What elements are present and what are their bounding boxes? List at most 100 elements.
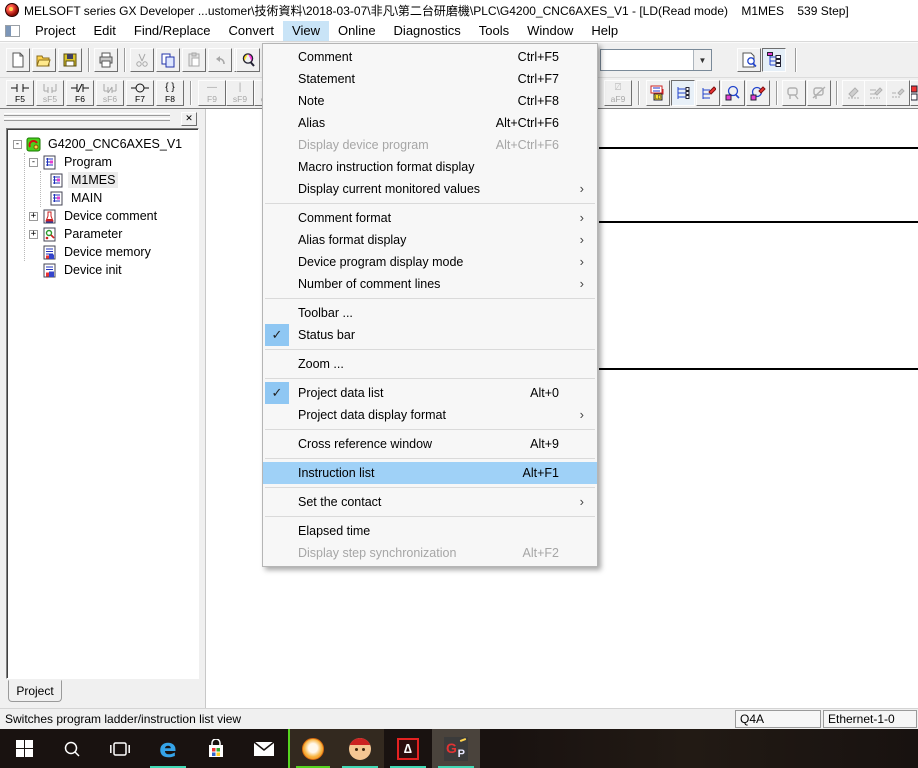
ladder-mode-button[interactable]: LD	[646, 80, 670, 106]
taskbar-app-face[interactable]	[336, 729, 384, 768]
parallel-open-contact-button[interactable]: sF5	[36, 80, 64, 106]
expand-icon[interactable]: +	[29, 212, 38, 221]
menubar-tools[interactable]: Tools	[470, 21, 518, 41]
ladder-block-list-button[interactable]	[910, 80, 918, 106]
comment-edit-button[interactable]	[842, 80, 866, 106]
application-instruction-icon: { }	[165, 83, 174, 94]
horizontal-line-button[interactable]: — F9	[198, 80, 226, 106]
vertical-line-button[interactable]: | sF9	[226, 80, 254, 106]
taskbar-search-button[interactable]	[48, 729, 96, 768]
child-window-icon[interactable]	[5, 25, 20, 37]
start-button[interactable]	[0, 729, 48, 768]
collapse-icon[interactable]: -	[29, 158, 38, 167]
taskbar-gx-developer[interactable]: G P	[432, 729, 480, 768]
cut-button[interactable]	[130, 48, 154, 72]
menu-item-alias-format-display[interactable]: Alias format display ›	[263, 229, 597, 251]
taskbar-store[interactable]	[192, 729, 240, 768]
tree-item-device-comment[interactable]: + Device comment	[9, 207, 196, 225]
save-button[interactable]	[58, 48, 82, 72]
menu-item-project-data-list[interactable]: ✓ Project data list Alt+0	[263, 382, 597, 404]
ladder-block-list-icon	[911, 85, 918, 101]
menubar-window[interactable]: Window	[518, 21, 582, 41]
menubar-diagnostics[interactable]: Diagnostics	[385, 21, 470, 41]
menubar-project[interactable]: Project	[26, 21, 84, 41]
tree-item-program[interactable]: - Program	[9, 153, 196, 171]
menu-item-cross-reference-window[interactable]: Cross reference window Alt+9	[263, 433, 597, 455]
tree-item-device-init[interactable]: Device init	[9, 261, 196, 279]
panel-grip[interactable]	[4, 113, 170, 116]
menu-item-set-the-contact[interactable]: Set the contact ›	[263, 491, 597, 513]
tree-item-main[interactable]: MAIN	[9, 189, 196, 207]
parallel-closed-contact-button[interactable]: sF6	[96, 80, 124, 106]
closed-contact-button[interactable]: F6	[66, 80, 94, 106]
menubar-view[interactable]: View	[283, 21, 329, 41]
undo-icon	[212, 52, 228, 68]
expand-icon[interactable]: +	[29, 230, 38, 239]
tree-item-device-memory[interactable]: Device memory	[9, 243, 196, 261]
find-window-button[interactable]	[737, 48, 761, 72]
submenu-arrow-icon: ›	[580, 491, 584, 513]
menu-bar: Project Edit Find/Replace Convert View O…	[0, 20, 918, 42]
monitor-mode-button[interactable]	[721, 80, 745, 106]
menubar-help[interactable]: Help	[582, 21, 627, 41]
note-edit-button[interactable]	[886, 80, 910, 106]
coil-button[interactable]: F7	[126, 80, 154, 106]
monitor-write-mode-button[interactable]	[746, 80, 770, 106]
menu-item-project-data-display-format[interactable]: Project data display format ›	[263, 404, 597, 426]
write-mode-button[interactable]	[696, 80, 720, 106]
menu-item-device-program-display-mode[interactable]: Device program display mode ›	[263, 251, 597, 273]
tree-guide-line	[40, 171, 41, 207]
application-instruction-button[interactable]: { } F8	[156, 80, 184, 106]
combobox-dropdown-button[interactable]: ▼	[693, 50, 711, 70]
paste-button[interactable]	[182, 48, 206, 72]
task-view-button[interactable]	[96, 729, 144, 768]
menu-item-instruction-list[interactable]: Instruction list Alt+F1	[263, 462, 597, 484]
menu-item-zoom[interactable]: Zoom ...	[263, 353, 597, 375]
menu-item-toolbar[interactable]: Toolbar ...	[263, 302, 597, 324]
print-button[interactable]	[94, 48, 118, 72]
menu-item-elapsed-time[interactable]: Elapsed time	[263, 520, 597, 542]
menu-item-macro-instruction-format-display[interactable]: Macro instruction format display	[263, 156, 597, 178]
taskbar-edge[interactable]: e	[144, 729, 192, 768]
collapse-icon[interactable]: -	[13, 140, 22, 149]
undo-button[interactable]	[208, 48, 232, 72]
open-contact-button[interactable]: F5	[6, 80, 34, 106]
project-tab[interactable]: Project	[8, 680, 62, 702]
menubar-find-replace[interactable]: Find/Replace	[125, 21, 220, 41]
panel-grip[interactable]	[4, 118, 170, 121]
menubar-online[interactable]: Online	[329, 21, 385, 41]
menu-item-note[interactable]: Note Ctrl+F8	[263, 90, 597, 112]
tree-item-root[interactable]: - G4200_CNC6AXES_V1	[9, 135, 196, 153]
delete-vertical-line-button[interactable]: ⍁ aF9	[604, 80, 632, 106]
menu-item-comment[interactable]: Comment Ctrl+F5	[263, 46, 597, 68]
menubar-edit[interactable]: Edit	[84, 21, 124, 41]
menu-item-statement[interactable]: Statement Ctrl+F7	[263, 68, 597, 90]
taskbar-mail[interactable]	[240, 729, 288, 768]
menu-item-comment-format[interactable]: Comment format ›	[263, 207, 597, 229]
menu-item-status-bar[interactable]: ✓ Status bar	[263, 324, 597, 346]
tree-item-m1mes[interactable]: M1MES	[9, 171, 196, 189]
panel-close-button[interactable]: ✕	[181, 112, 197, 126]
tree-item-parameter[interactable]: + Parameter	[9, 225, 196, 243]
statement-edit-button[interactable]	[864, 80, 888, 106]
menubar-convert[interactable]: Convert	[219, 21, 283, 41]
copy-button[interactable]	[156, 48, 180, 72]
taskbar-acrobat[interactable]: ∆	[384, 729, 432, 768]
project-tree: - G4200_CNC6AXES_V1 - Program M1MES MAIN	[6, 128, 199, 679]
open-icon	[36, 52, 52, 68]
find-button[interactable]	[236, 48, 260, 72]
read-mode-button[interactable]	[671, 80, 695, 106]
find-device-combobox[interactable]: ▼	[600, 49, 712, 71]
tree-item-label: Parameter	[61, 226, 125, 242]
project-data-list-button[interactable]	[762, 48, 786, 72]
menu-item-alias[interactable]: Alias Alt+Ctrl+F6	[263, 112, 597, 134]
device-test-stop-button[interactable]	[807, 80, 831, 106]
device-test-button[interactable]	[782, 80, 806, 106]
menu-separator	[265, 203, 595, 204]
note-edit-icon	[890, 85, 906, 101]
menu-item-display-current-monitored-values[interactable]: Display current monitored values ›	[263, 178, 597, 200]
new-button[interactable]	[6, 48, 30, 72]
taskbar-app-orange[interactable]	[288, 729, 336, 768]
open-button[interactable]	[32, 48, 56, 72]
menu-item-number-of-comment-lines[interactable]: Number of comment lines ›	[263, 273, 597, 295]
